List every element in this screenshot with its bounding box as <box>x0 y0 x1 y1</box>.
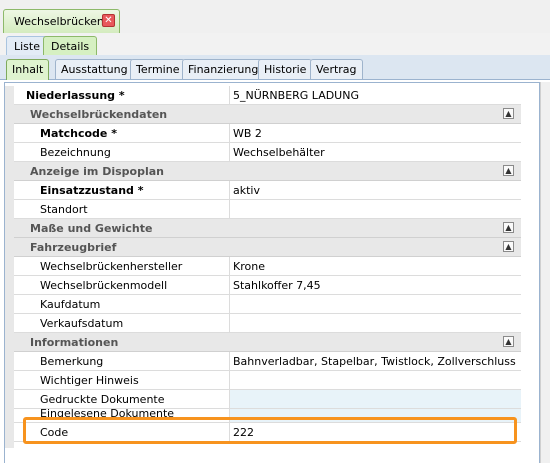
tab-historie[interactable]: Historie <box>258 59 313 79</box>
row-niederlassung[interactable]: Niederlassung * 5_NÜRNBERG LADUNG <box>14 86 521 105</box>
category-wechselbrueckendaten[interactable]: Wechselbrückendaten ▲ <box>14 105 521 124</box>
row-gedruckte-dokumente[interactable]: Gedruckte Dokumente <box>14 390 521 409</box>
row-matchcode[interactable]: Matchcode * WB 2 <box>14 124 521 143</box>
row-modell[interactable]: Wechselbrückenmodell Stahlkoffer 7,45 <box>14 276 521 295</box>
property-name: Kaufdatum <box>40 298 101 311</box>
row-hersteller[interactable]: Wechselbrückenhersteller Krone <box>14 257 521 276</box>
row-kaufdatum[interactable]: Kaufdatum <box>14 295 521 314</box>
property-value[interactable]: Stahlkoffer 7,45 <box>233 279 321 292</box>
collapse-icon[interactable]: ▲ <box>503 336 514 347</box>
document-tab-wechselbruecken[interactable]: Wechselbrücken ✕ <box>3 9 120 33</box>
property-name: Einsatzzustand * <box>40 184 144 197</box>
grid-gutter <box>5 86 14 448</box>
category-label: Maße und Gewichte <box>30 222 153 235</box>
tab-finanzierung[interactable]: Finanzierung <box>182 59 265 79</box>
row-bemerkung[interactable]: Bemerkung Bahnverladbar, Stapelbar, Twis… <box>14 352 521 371</box>
category-label: Wechselbrückendaten <box>30 108 168 121</box>
property-name: Matchcode * <box>40 127 117 140</box>
tab-ausstattung[interactable]: Ausstattung <box>55 59 134 79</box>
row-verkaufsdatum[interactable]: Verkaufsdatum <box>14 314 521 333</box>
property-name: Wechselbrückenhersteller <box>40 260 183 273</box>
row-einsatzzustand[interactable]: Einsatzzustand * aktiv <box>14 181 521 200</box>
property-name: Bezeichnung <box>40 146 111 159</box>
collapse-icon[interactable]: ▲ <box>503 165 514 176</box>
property-name: Niederlassung * <box>26 89 125 102</box>
category-label: Informationen <box>30 336 119 349</box>
row-standort[interactable]: Standort <box>14 200 521 219</box>
category-label: Fahrzeugbrief <box>30 241 117 254</box>
property-value[interactable]: 5_NÜRNBERG LADUNG <box>233 89 359 102</box>
tab-liste[interactable]: Liste <box>6 36 48 55</box>
row-bezeichnung[interactable]: Bezeichnung Wechselbehälter <box>14 143 521 162</box>
code-row-highlight <box>23 417 517 444</box>
category-dispoplan[interactable]: Anzeige im Dispoplan ▲ <box>14 162 521 181</box>
close-icon[interactable]: ✕ <box>102 14 115 27</box>
property-name: Standort <box>40 203 88 216</box>
category-informationen[interactable]: Informationen ▲ <box>14 333 521 352</box>
property-name: Wechselbrückenmodell <box>40 279 168 292</box>
tab-termine[interactable]: Termine <box>130 59 186 79</box>
property-value[interactable]: Wechselbehälter <box>233 146 325 159</box>
property-name: Bemerkung <box>40 355 104 368</box>
property-name: Gedruckte Dokumente <box>40 393 165 406</box>
property-name: Wichtiger Hinweis <box>40 374 139 387</box>
property-value[interactable]: aktiv <box>233 184 260 197</box>
collapse-icon[interactable]: ▲ <box>503 222 514 233</box>
category-masse-gewichte[interactable]: Maße und Gewichte ▲ <box>14 219 521 238</box>
property-value[interactable]: Krone <box>233 260 265 273</box>
document-tab-label: Wechselbrücken <box>14 15 104 28</box>
row-wichtiger-hinweis[interactable]: Wichtiger Hinweis <box>14 371 521 390</box>
category-label: Anzeige im Dispoplan <box>30 165 164 178</box>
tab-inhalt[interactable]: Inhalt <box>6 59 50 80</box>
property-value[interactable]: Bahnverladbar, Stapelbar, Twistlock, Zol… <box>233 355 516 368</box>
tab-vertrag[interactable]: Vertrag <box>310 59 363 79</box>
collapse-icon[interactable]: ▲ <box>503 241 514 252</box>
grid-scrollbar[interactable] <box>540 82 550 463</box>
property-value[interactable]: WB 2 <box>233 127 262 140</box>
property-name: Verkaufsdatum <box>40 317 124 330</box>
collapse-icon[interactable]: ▲ <box>503 108 514 119</box>
tab-details[interactable]: Details <box>43 36 98 56</box>
category-fahrzeugbrief[interactable]: Fahrzeugbrief ▲ <box>14 238 521 257</box>
